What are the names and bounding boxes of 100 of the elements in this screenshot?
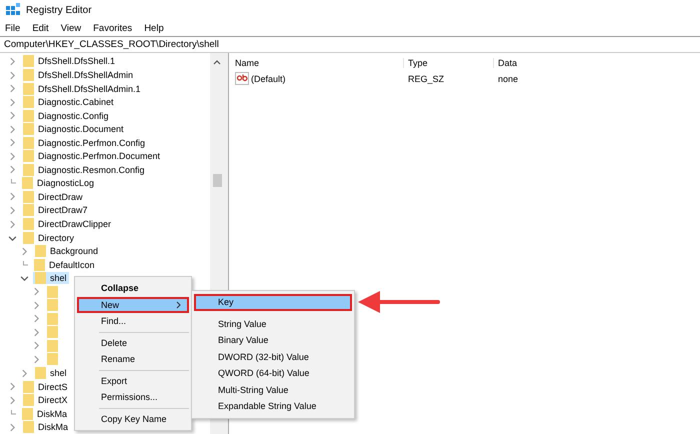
tree-item[interactable]: DefaultIcon <box>32 258 97 271</box>
folder-icon <box>34 258 45 271</box>
chevron-right-icon[interactable] <box>8 192 17 202</box>
tree-item[interactable]: Diagnostic.Resmon.Config <box>21 164 147 176</box>
folder-icon <box>47 312 58 325</box>
folder-icon <box>23 232 34 244</box>
registry-icon <box>6 3 20 18</box>
table-cell-text: none <box>497 74 518 84</box>
menu-item[interactable]: Delete <box>77 334 189 351</box>
menu-item[interactable]: Collapse <box>77 280 189 296</box>
folder-icon <box>23 204 34 216</box>
chevron-right-icon[interactable] <box>8 124 17 134</box>
tree-item[interactable]: DirectDrawClipper <box>21 218 114 230</box>
menu-item[interactable]: Expandable String Value <box>194 398 352 414</box>
window-title: Registry Editor <box>26 4 92 16</box>
tree-item[interactable]: shel <box>33 272 69 284</box>
chevron-right-icon[interactable] <box>20 368 29 378</box>
chevron-right-icon[interactable] <box>32 314 41 324</box>
chevron-right-icon[interactable] <box>32 300 41 310</box>
folder-icon <box>23 96 34 108</box>
menu-item[interactable]: String Value <box>194 316 352 332</box>
chevron-right-icon[interactable] <box>8 165 17 174</box>
menu-item[interactable]: File <box>5 22 20 34</box>
folder-icon <box>23 421 34 434</box>
folder-icon <box>35 272 46 284</box>
folder-icon <box>35 367 46 380</box>
folder-icon <box>23 123 34 136</box>
tree-item[interactable]: DiagnosticLog <box>20 177 96 190</box>
menu-item[interactable]: Help <box>144 22 164 34</box>
menu-item[interactable]: Rename <box>77 351 189 368</box>
menu-item[interactable]: QWORD (64-bit) Value <box>194 365 352 382</box>
tree-item[interactable]: Diagnostic.Perfmon.Document <box>21 150 162 162</box>
menu-item[interactable]: New <box>77 296 189 313</box>
tree-item[interactable]: shel <box>33 367 69 380</box>
folder-icon <box>23 136 34 149</box>
folder-icon <box>23 164 34 176</box>
menu-item[interactable]: Find... <box>77 313 189 330</box>
folder-icon <box>22 408 33 420</box>
tree-item[interactable]: DirectDraw <box>21 190 85 203</box>
folder-icon <box>35 245 46 258</box>
tree-item[interactable]: Diagnostic.Perfmon.Config <box>21 136 148 149</box>
chevron-right-icon[interactable] <box>8 220 17 229</box>
folder-icon <box>22 177 33 190</box>
menu-item[interactable]: Permissions... <box>77 389 189 406</box>
tree-item[interactable]: DirectX <box>21 394 70 406</box>
menu-item[interactable]: Binary Value <box>194 332 352 348</box>
menu-item[interactable]: Export <box>77 372 189 389</box>
tree-item[interactable]: Directory <box>21 232 76 244</box>
string-value-icon <box>235 72 249 86</box>
chevron-right-icon[interactable] <box>8 98 17 107</box>
chevron-right-icon[interactable] <box>8 422 17 432</box>
chevron-right-icon[interactable] <box>8 70 17 80</box>
menu-item[interactable]: Key <box>194 294 352 310</box>
menu-item[interactable]: Copy Key Name <box>77 410 189 427</box>
chevron-right-icon[interactable] <box>32 341 41 350</box>
chevron-right-icon[interactable] <box>8 152 17 161</box>
tree-item[interactable]: DiskMa <box>21 421 70 434</box>
tree-item[interactable]: DiskMa <box>20 408 70 420</box>
chevron-right-icon[interactable] <box>32 354 41 364</box>
chevron-right-icon[interactable] <box>8 111 17 120</box>
tree-item[interactable]: DfsShell.DfsShellAdmin <box>21 69 136 81</box>
scrollbar-thumb[interactable] <box>212 174 222 187</box>
folder-icon <box>47 299 58 312</box>
folder-icon <box>23 82 34 95</box>
chevron-right-icon[interactable] <box>8 206 17 215</box>
tree-item[interactable]: DirectDraw7 <box>21 204 90 216</box>
column-header[interactable]: Type <box>403 58 493 68</box>
tree-item[interactable]: Diagnostic.Cabinet <box>21 96 116 108</box>
chevron-right-icon[interactable] <box>8 56 17 66</box>
menu-item[interactable]: DWORD (32-bit) Value <box>194 348 352 365</box>
table-cell-text: REG_SZ <box>407 74 446 84</box>
tree-item[interactable]: DfsShell.DfsShellAdmin.1 <box>21 82 143 95</box>
folder-icon <box>23 218 34 230</box>
tree-item[interactable]: DirectS <box>21 380 70 393</box>
folder-icon <box>47 340 58 352</box>
chevron-right-icon[interactable] <box>32 328 41 337</box>
menu-item[interactable]: View <box>60 22 82 34</box>
menu-item[interactable]: Multi-String Value <box>194 382 352 398</box>
folder-icon <box>47 353 58 366</box>
column-header[interactable]: Name <box>233 58 403 68</box>
column-header[interactable]: Data <box>493 58 518 68</box>
tree-item[interactable]: Diagnostic.Document <box>21 123 126 136</box>
chevron-right-icon[interactable] <box>8 396 17 405</box>
folder-icon <box>23 55 34 68</box>
address-bar[interactable]: Computer\HKEY_CLASSES_ROOT\Directory\shell <box>0 36 700 53</box>
chevron-down-icon[interactable] <box>20 274 29 284</box>
menu-item[interactable]: Edit <box>32 22 49 34</box>
scroll-up-icon[interactable] <box>213 58 221 65</box>
folder-icon <box>23 394 34 406</box>
chevron-right-icon[interactable] <box>8 382 17 392</box>
chevron-right-icon[interactable] <box>32 287 41 296</box>
chevron-right-icon[interactable] <box>8 84 17 94</box>
chevron-right-icon[interactable] <box>8 138 17 148</box>
tree-item[interactable]: Diagnostic.Config <box>21 110 111 122</box>
chevron-down-icon[interactable] <box>8 234 17 243</box>
menu-item[interactable]: Favorites <box>93 22 132 34</box>
chevron-right-icon[interactable] <box>20 246 29 256</box>
tree-item[interactable]: Background <box>33 245 100 258</box>
folder-icon <box>23 380 34 393</box>
tree-item[interactable]: DfsShell.DfsShell.1 <box>21 55 118 68</box>
